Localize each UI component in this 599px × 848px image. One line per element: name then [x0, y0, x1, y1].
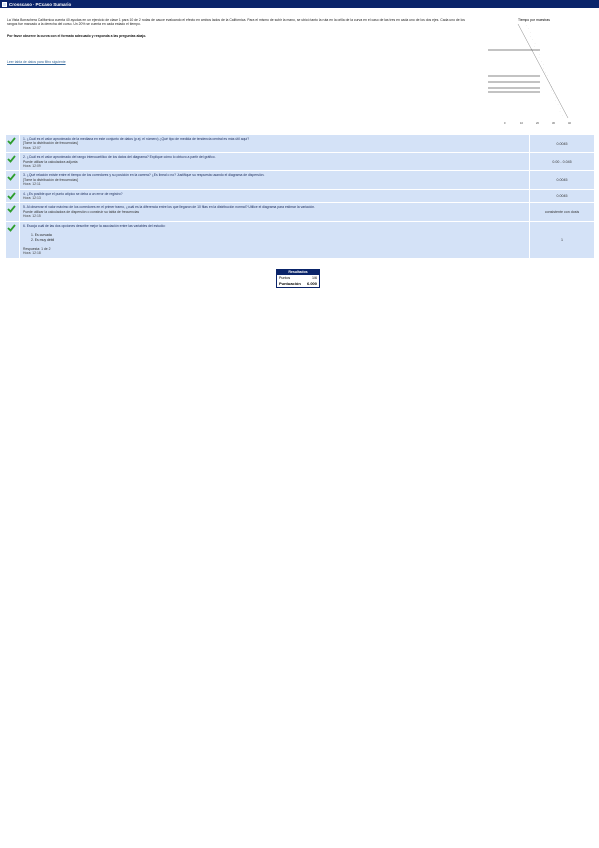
chart-point: ·: [551, 89, 552, 92]
intro-instruction: Por favor observe la curva con el format…: [7, 33, 147, 38]
answer-cell: 0.00 - 0.045: [529, 152, 595, 172]
check-icon: [7, 205, 18, 214]
chart-point: ·: [526, 24, 527, 27]
chart-point: ·: [553, 92, 554, 95]
chart-point: ·: [545, 71, 546, 74]
chart-point: ·: [539, 56, 540, 59]
option-item: 2. Es muy débil: [31, 237, 55, 242]
intro-section: La Vista Borrachera Californica cuenta 4…: [7, 18, 473, 65]
x-tick-label: 0: [504, 121, 506, 125]
check-icon: [7, 155, 18, 164]
check-cell: [5, 202, 20, 222]
title-separator: ·: [33, 1, 35, 7]
chart-point: ·: [532, 38, 533, 41]
chart-title: Tiempo por muestras: [518, 18, 550, 22]
chart-point: ·: [543, 67, 544, 70]
window-title-left: Crosscaso: [9, 1, 33, 7]
question-text-cell: 1. ¿Cuál es el valor aproximado de la me…: [19, 133, 530, 154]
check-cell: [5, 188, 20, 204]
chart-point: ·: [530, 31, 531, 34]
question-time: Hora: 12:07: [23, 145, 41, 150]
chart-point: ·: [541, 60, 542, 63]
score-label: Puntuación: [279, 281, 301, 286]
window-title-right: PCcaso Sumario: [35, 1, 72, 7]
answer-cell: 1: [529, 220, 595, 259]
check-cell: [5, 133, 20, 154]
question-time: Hora: 12:15: [23, 214, 41, 219]
chart-point: ·: [547, 74, 548, 77]
question-row: 4. ¿Es posible que el punto atípico se d…: [5, 188, 595, 204]
chart-point: ·: [535, 42, 536, 45]
score-panel: Resultados Puntos 1/6 Puntuación 6.000: [276, 269, 320, 288]
intro-paragraph: La Vista Borrachera Californica cuenta 4…: [7, 18, 465, 27]
check-icon: [7, 173, 18, 182]
x-tick-label: 20: [536, 121, 539, 125]
chart-point: ·: [539, 53, 540, 56]
question-text: 6. Escoja cuál de las dos opciones descr…: [23, 223, 166, 228]
question-time: Hora: 12:09: [23, 164, 41, 169]
question-text-cell: 2. ¿Cuál es el valor aproximado del rang…: [19, 152, 530, 172]
chart-point: ·: [560, 110, 561, 113]
chart-point: ·: [528, 28, 529, 31]
check-icon: [7, 224, 18, 232]
scatter-chart: Tiempo por muestras ····················…: [488, 18, 571, 125]
question-row: 2. ¿Cuál es el valor aproximado del rang…: [5, 152, 595, 172]
x-tick-label: 40: [568, 121, 571, 125]
question-time: Hora: 12:11: [23, 182, 41, 187]
question-row: 1. ¿Cuál es el valor aproximado de la me…: [5, 133, 595, 154]
chart-point: ·: [530, 35, 531, 38]
question-text-cell: 5. Al observar el valor máximo de los co…: [19, 202, 530, 222]
answer-cell: 0.0045: [529, 170, 595, 190]
check-cell: [5, 152, 20, 172]
question-row: 3. ¿Qué relación existe entre el tiempo …: [5, 170, 595, 190]
check-cell: [5, 170, 20, 190]
question-time: Hora: 12:13: [23, 196, 41, 201]
answer-cell: consistente con dosis: [529, 202, 595, 222]
window-icon: [2, 1, 7, 7]
chart-point: ·: [534, 46, 535, 49]
options-list: 1. Es curvada 2. Es muy débil: [23, 233, 526, 242]
answer-cell: 0.0045: [529, 188, 595, 204]
questions-table: 1. ¿Cuál es el valor aproximado de la me…: [5, 133, 595, 259]
question-text-cell: 6. Escoja cuál de las dos opciones descr…: [19, 220, 530, 259]
question-time: Hora: 12:18: [23, 251, 41, 256]
data-table-link[interactable]: Leer tabla de datos para filtro siguient…: [7, 60, 473, 64]
check-icon: [7, 137, 18, 145]
question-row: 6. Escoja cuál de las dos opciones descr…: [5, 220, 595, 259]
chart-point: ·: [537, 49, 538, 52]
x-tick-label: 10: [520, 121, 523, 125]
x-tick-label: 30: [552, 121, 555, 125]
chart-point: ·: [560, 107, 561, 110]
check-icon: [7, 192, 18, 200]
check-cell: [5, 220, 20, 259]
question-text-cell: 3. ¿Qué relación existe entre el tiempo …: [19, 170, 530, 190]
question-row: 5. Al observar el valor máximo de los co…: [5, 202, 595, 222]
answer-cell: 0.0045: [529, 133, 595, 154]
chart-point: ·: [562, 114, 563, 117]
score-row-total: Puntuación 6.000: [277, 281, 319, 287]
chart-point: ·: [555, 100, 556, 103]
chart-point: ·: [558, 103, 559, 106]
trend-line: [517, 23, 569, 119]
window-titlebar: Crosscaso · PCcaso Sumario: [0, 0, 599, 8]
chart-point: ·: [543, 64, 544, 67]
question-text-cell: 4. ¿Es posible que el punto atípico se d…: [19, 188, 530, 204]
score-value: 6.000: [306, 281, 317, 286]
